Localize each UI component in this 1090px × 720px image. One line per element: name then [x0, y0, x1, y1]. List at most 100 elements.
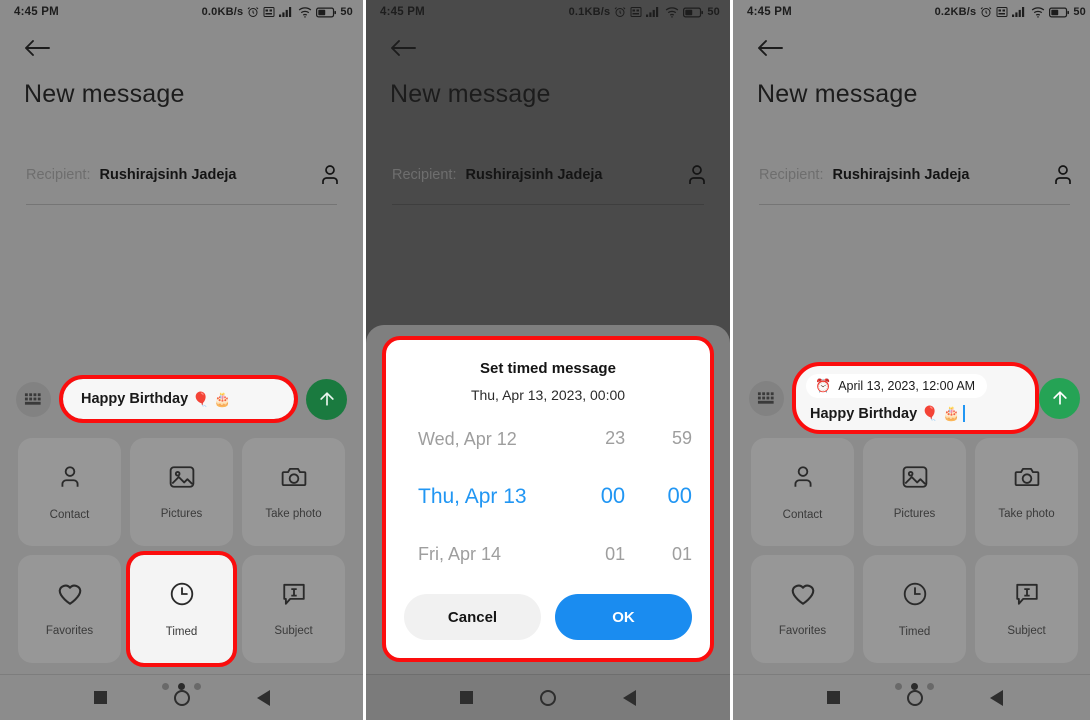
keyboard-icon[interactable]	[749, 380, 784, 416]
panel-3-timed-set: 4:45 PM 0.2KB/s 50 New message Recipient…	[733, 0, 1090, 720]
send-button[interactable]	[306, 378, 347, 420]
attachment-subject[interactable]: Subject	[975, 555, 1078, 663]
message-input[interactable]: ⏰ April 13, 2023, 12:00 AM Happy Birthda…	[796, 366, 1035, 430]
cake-emoji: 🎂	[213, 390, 232, 407]
attachment-subject[interactable]: Subject	[242, 555, 345, 663]
attachment-label: Timed	[898, 625, 931, 638]
ok-button[interactable]: OK	[555, 594, 692, 640]
contact-picker-icon[interactable]	[686, 163, 708, 187]
attachment-label: Contact	[49, 508, 90, 521]
signal-bars-icon	[1012, 6, 1027, 18]
attachment-label: Favorites	[45, 624, 94, 637]
back-arrow-icon[interactable]	[755, 36, 785, 60]
recents-button-icon[interactable]	[93, 691, 107, 704]
back-arrow-icon[interactable]	[22, 36, 52, 60]
home-button-icon[interactable]	[539, 689, 556, 706]
status-icons: 0.0KB/s 50	[202, 6, 353, 18]
datetime-picker[interactable]: Wed, Apr 12 Thu, Apr 13 Fri, Apr 14 23 0…	[386, 403, 710, 582]
recipient-row[interactable]: Recipient: Rushirajsinh Jadeja	[26, 163, 341, 187]
attachment-take-photo[interactable]: Take photo	[242, 438, 345, 546]
minute-option[interactable]: 01	[672, 541, 692, 568]
attachment-label: Subject	[1007, 624, 1046, 637]
date-option[interactable]: Wed, Apr 12	[418, 426, 517, 453]
wifi-icon	[298, 6, 312, 18]
message-input[interactable]: Happy Birthday 🎈 🎂	[63, 379, 294, 419]
attachment-favorites[interactable]: Favorites	[751, 555, 854, 663]
image-icon	[902, 465, 928, 494]
status-bar: 4:45 PM 0.1KB/s 50	[366, 0, 730, 24]
attachment-timed[interactable]: Timed	[863, 555, 966, 663]
keyboard-icon[interactable]	[16, 381, 51, 417]
hour-option[interactable]: 01	[605, 541, 625, 568]
dialog-title: Set timed message	[480, 360, 616, 377]
date-option-selected[interactable]: Thu, Apr 13	[418, 482, 527, 512]
back-button-icon[interactable]	[256, 689, 270, 706]
back-button-icon[interactable]	[989, 689, 1003, 706]
alarm-icon	[980, 6, 992, 18]
back-button-icon[interactable]	[623, 689, 637, 706]
attachment-timed[interactable]: Timed	[126, 551, 237, 667]
dual-sim-icon	[263, 6, 275, 18]
minute-wheel[interactable]: 59 00 01	[625, 411, 692, 582]
status-time: 4:45 PM	[14, 6, 59, 18]
recipient-row[interactable]: Recipient: Rushirajsinh Jadeja	[392, 163, 708, 187]
recipient-name: Rushirajsinh Jadeja	[99, 167, 237, 183]
battery-icon	[683, 7, 704, 18]
recipient-name: Rushirajsinh Jadeja	[832, 167, 970, 183]
attachment-row-2: Favorites Timed Subject	[751, 555, 1078, 663]
recipient-divider	[26, 204, 337, 205]
panel-2-timed-dialog: 4:45 PM 0.1KB/s 50 New message Recipient…	[366, 0, 730, 720]
hour-wheel[interactable]: 23 00 01	[558, 411, 625, 582]
attachment-contact[interactable]: Contact	[751, 438, 854, 546]
message-text-row[interactable]: Happy Birthday 🎈 🎂	[806, 405, 1025, 422]
attachment-pictures[interactable]: Pictures	[863, 438, 966, 546]
date-wheel[interactable]: Wed, Apr 12 Thu, Apr 13 Fri, Apr 14	[404, 411, 558, 582]
attachment-row-1: Contact Pictures Take photo	[18, 438, 345, 546]
hour-option-selected[interactable]: 00	[601, 480, 625, 512]
text-cursor	[963, 405, 966, 422]
attachment-label: Pictures	[893, 507, 936, 520]
recipient-label: Recipient:	[759, 167, 824, 183]
page-title: New message	[24, 80, 185, 108]
date-option[interactable]: Fri, Apr 14	[418, 541, 501, 568]
recipient-divider	[392, 204, 704, 205]
timed-message-dialog: Set timed message Thu, Apr 13, 2023, 00:…	[382, 336, 714, 662]
attachment-panel: Contact Pictures Take photo Favorites Ti…	[733, 430, 1090, 672]
attachment-label: Take photo	[998, 507, 1055, 520]
send-button[interactable]	[1039, 377, 1080, 419]
status-bar: 4:45 PM 0.2KB/s 50	[733, 0, 1090, 24]
contact-picker-icon[interactable]	[1052, 163, 1074, 187]
network-speed: 0.0KB/s	[201, 6, 244, 18]
clock-icon	[169, 581, 195, 612]
battery-icon	[1049, 7, 1070, 18]
contact-picker-icon[interactable]	[319, 163, 341, 187]
minute-option-selected[interactable]: 00	[668, 480, 692, 512]
timed-chip[interactable]: ⏰ April 13, 2023, 12:00 AM	[806, 374, 988, 398]
attachment-pictures[interactable]: Pictures	[130, 438, 233, 546]
recipient-row[interactable]: Recipient: Rushirajsinh Jadeja	[759, 163, 1074, 187]
recipient-label: Recipient:	[26, 167, 91, 183]
attachment-label: Pictures	[160, 507, 203, 520]
hour-option[interactable]: 23	[605, 425, 625, 452]
attachment-panel: Contact Pictures Take photo Favorites Ti…	[0, 430, 363, 672]
timed-message-input-highlight: ⏰ April 13, 2023, 12:00 AM Happy Birthda…	[792, 362, 1039, 434]
attachment-favorites[interactable]: Favorites	[18, 555, 121, 663]
home-button-icon[interactable]	[173, 689, 190, 706]
home-button-icon[interactable]	[906, 689, 923, 706]
recents-button-icon[interactable]	[459, 691, 473, 704]
recents-button-icon[interactable]	[826, 691, 840, 704]
alarm-icon	[247, 6, 259, 18]
balloon-emoji: 🎈	[921, 405, 939, 421]
back-arrow-icon[interactable]	[388, 36, 418, 60]
attachment-label: Subject	[274, 624, 313, 637]
dialog-actions: Cancel OK	[386, 582, 710, 658]
message-input-text: Happy Birthday	[810, 405, 918, 422]
minute-option[interactable]: 59	[672, 425, 692, 452]
attachment-label: Favorites	[778, 624, 827, 637]
attachment-take-photo[interactable]: Take photo	[975, 438, 1078, 546]
cancel-button[interactable]: Cancel	[404, 594, 541, 640]
subject-icon	[281, 582, 307, 611]
recipient-label: Recipient:	[392, 167, 457, 183]
attachment-contact[interactable]: Contact	[18, 438, 121, 546]
battery-percent: 50	[1073, 6, 1086, 18]
